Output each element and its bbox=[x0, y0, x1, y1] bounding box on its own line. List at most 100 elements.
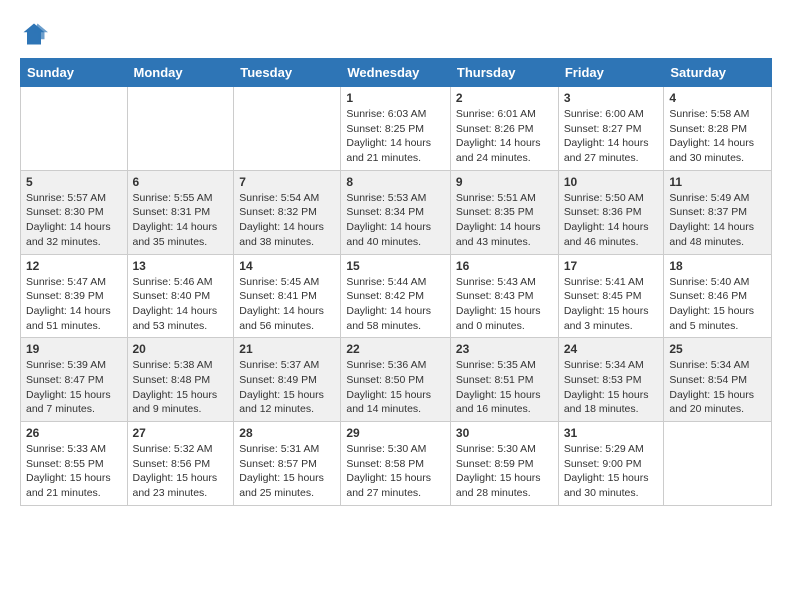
day-number: 30 bbox=[456, 426, 553, 440]
day-number: 5 bbox=[26, 175, 122, 189]
calendar-cell: 3 Sunrise: 6:00 AM Sunset: 8:27 PM Daylig… bbox=[558, 87, 664, 171]
day-info: Sunrise: 5:40 AM Sunset: 8:46 PM Dayligh… bbox=[669, 275, 766, 334]
calendar-cell: 7 Sunrise: 5:54 AM Sunset: 8:32 PM Daylig… bbox=[234, 170, 341, 254]
calendar-week-row: 19 Sunrise: 5:39 AM Sunset: 8:47 PM Dayli… bbox=[21, 338, 772, 422]
day-info: Sunrise: 5:34 AM Sunset: 8:54 PM Dayligh… bbox=[669, 358, 766, 417]
calendar-cell bbox=[127, 87, 234, 171]
day-number: 26 bbox=[26, 426, 122, 440]
day-info: Sunrise: 5:46 AM Sunset: 8:40 PM Dayligh… bbox=[133, 275, 229, 334]
day-info: Sunrise: 5:30 AM Sunset: 8:58 PM Dayligh… bbox=[346, 442, 445, 501]
calendar-cell: 30 Sunrise: 5:30 AM Sunset: 8:59 PM Dayli… bbox=[450, 422, 558, 506]
calendar-cell bbox=[664, 422, 772, 506]
calendar-cell: 5 Sunrise: 5:57 AM Sunset: 8:30 PM Daylig… bbox=[21, 170, 128, 254]
calendar-cell: 21 Sunrise: 5:37 AM Sunset: 8:49 PM Dayli… bbox=[234, 338, 341, 422]
calendar-week-row: 5 Sunrise: 5:57 AM Sunset: 8:30 PM Daylig… bbox=[21, 170, 772, 254]
day-number: 27 bbox=[133, 426, 229, 440]
day-info: Sunrise: 5:29 AM Sunset: 9:00 PM Dayligh… bbox=[564, 442, 659, 501]
day-number: 18 bbox=[669, 259, 766, 273]
calendar-cell: 2 Sunrise: 6:01 AM Sunset: 8:26 PM Daylig… bbox=[450, 87, 558, 171]
day-number: 1 bbox=[346, 91, 445, 105]
day-number: 11 bbox=[669, 175, 766, 189]
day-number: 3 bbox=[564, 91, 659, 105]
header-saturday: Saturday bbox=[664, 59, 772, 87]
day-info: Sunrise: 5:51 AM Sunset: 8:35 PM Dayligh… bbox=[456, 191, 553, 250]
page-header bbox=[20, 20, 772, 48]
calendar-cell: 18 Sunrise: 5:40 AM Sunset: 8:46 PM Dayli… bbox=[664, 254, 772, 338]
day-number: 14 bbox=[239, 259, 335, 273]
header-wednesday: Wednesday bbox=[341, 59, 451, 87]
day-number: 29 bbox=[346, 426, 445, 440]
calendar-cell: 6 Sunrise: 5:55 AM Sunset: 8:31 PM Daylig… bbox=[127, 170, 234, 254]
day-info: Sunrise: 5:37 AM Sunset: 8:49 PM Dayligh… bbox=[239, 358, 335, 417]
calendar-week-row: 26 Sunrise: 5:33 AM Sunset: 8:55 PM Dayli… bbox=[21, 422, 772, 506]
day-number: 10 bbox=[564, 175, 659, 189]
calendar-cell bbox=[21, 87, 128, 171]
calendar-cell: 13 Sunrise: 5:46 AM Sunset: 8:40 PM Dayli… bbox=[127, 254, 234, 338]
day-number: 28 bbox=[239, 426, 335, 440]
day-info: Sunrise: 5:39 AM Sunset: 8:47 PM Dayligh… bbox=[26, 358, 122, 417]
calendar-cell: 20 Sunrise: 5:38 AM Sunset: 8:48 PM Dayli… bbox=[127, 338, 234, 422]
calendar-cell: 12 Sunrise: 5:47 AM Sunset: 8:39 PM Dayli… bbox=[21, 254, 128, 338]
header-friday: Friday bbox=[558, 59, 664, 87]
day-info: Sunrise: 5:44 AM Sunset: 8:42 PM Dayligh… bbox=[346, 275, 445, 334]
day-info: Sunrise: 5:54 AM Sunset: 8:32 PM Dayligh… bbox=[239, 191, 335, 250]
day-info: Sunrise: 5:31 AM Sunset: 8:57 PM Dayligh… bbox=[239, 442, 335, 501]
day-number: 19 bbox=[26, 342, 122, 356]
day-info: Sunrise: 5:32 AM Sunset: 8:56 PM Dayligh… bbox=[133, 442, 229, 501]
day-info: Sunrise: 5:41 AM Sunset: 8:45 PM Dayligh… bbox=[564, 275, 659, 334]
day-number: 8 bbox=[346, 175, 445, 189]
day-info: Sunrise: 5:33 AM Sunset: 8:55 PM Dayligh… bbox=[26, 442, 122, 501]
calendar-cell: 27 Sunrise: 5:32 AM Sunset: 8:56 PM Dayli… bbox=[127, 422, 234, 506]
day-info: Sunrise: 5:43 AM Sunset: 8:43 PM Dayligh… bbox=[456, 275, 553, 334]
calendar-cell: 24 Sunrise: 5:34 AM Sunset: 8:53 PM Dayli… bbox=[558, 338, 664, 422]
calendar-cell: 23Sunrise: 5:35 AM Sunset: 8:51 PM Dayli… bbox=[450, 338, 558, 422]
day-info: Sunrise: 5:45 AM Sunset: 8:41 PM Dayligh… bbox=[239, 275, 335, 334]
calendar-cell: 16 Sunrise: 5:43 AM Sunset: 8:43 PM Dayli… bbox=[450, 254, 558, 338]
calendar-cell: 15 Sunrise: 5:44 AM Sunset: 8:42 PM Dayli… bbox=[341, 254, 451, 338]
calendar-cell: 4Sunrise: 5:58 AM Sunset: 8:28 PM Daylig… bbox=[664, 87, 772, 171]
day-number: 4 bbox=[669, 91, 766, 105]
day-info: Sunrise: 5:49 AM Sunset: 8:37 PM Dayligh… bbox=[669, 191, 766, 250]
day-number: 31 bbox=[564, 426, 659, 440]
day-number: 22 bbox=[346, 342, 445, 356]
calendar-cell: 1Sunrise: 6:03 AM Sunset: 8:25 PM Daylig… bbox=[341, 87, 451, 171]
header-sunday: Sunday bbox=[21, 59, 128, 87]
day-number: 24 bbox=[564, 342, 659, 356]
day-info: Sunrise: 5:34 AM Sunset: 8:53 PM Dayligh… bbox=[564, 358, 659, 417]
logo bbox=[20, 20, 52, 48]
day-info: Sunrise: 5:36 AM Sunset: 8:50 PM Dayligh… bbox=[346, 358, 445, 417]
calendar-cell: 14 Sunrise: 5:45 AM Sunset: 8:41 PM Dayli… bbox=[234, 254, 341, 338]
header-tuesday: Tuesday bbox=[234, 59, 341, 87]
day-number: 16 bbox=[456, 259, 553, 273]
calendar-cell: 17Sunrise: 5:41 AM Sunset: 8:45 PM Dayli… bbox=[558, 254, 664, 338]
day-number: 12 bbox=[26, 259, 122, 273]
calendar-table: SundayMondayTuesdayWednesdayThursdayFrid… bbox=[20, 58, 772, 506]
calendar-cell: 28 Sunrise: 5:31 AM Sunset: 8:57 PM Dayli… bbox=[234, 422, 341, 506]
day-number: 13 bbox=[133, 259, 229, 273]
calendar-header-row: SundayMondayTuesdayWednesdayThursdayFrid… bbox=[21, 59, 772, 87]
day-info: Sunrise: 6:00 AM Sunset: 8:27 PM Dayligh… bbox=[564, 107, 659, 166]
calendar-cell: 26 Sunrise: 5:33 AM Sunset: 8:55 PM Dayli… bbox=[21, 422, 128, 506]
calendar-cell: 22 Sunrise: 5:36 AM Sunset: 8:50 PM Dayli… bbox=[341, 338, 451, 422]
day-info: Sunrise: 6:01 AM Sunset: 8:26 PM Dayligh… bbox=[456, 107, 553, 166]
day-info: Sunrise: 5:30 AM Sunset: 8:59 PM Dayligh… bbox=[456, 442, 553, 501]
day-number: 7 bbox=[239, 175, 335, 189]
day-info: Sunrise: 5:38 AM Sunset: 8:48 PM Dayligh… bbox=[133, 358, 229, 417]
header-monday: Monday bbox=[127, 59, 234, 87]
calendar-cell: 25 Sunrise: 5:34 AM Sunset: 8:54 PM Dayli… bbox=[664, 338, 772, 422]
calendar-week-row: 1Sunrise: 6:03 AM Sunset: 8:25 PM Daylig… bbox=[21, 87, 772, 171]
calendar-cell: 19 Sunrise: 5:39 AM Sunset: 8:47 PM Dayli… bbox=[21, 338, 128, 422]
day-number: 2 bbox=[456, 91, 553, 105]
calendar-cell: 10Sunrise: 5:50 AM Sunset: 8:36 PM Dayli… bbox=[558, 170, 664, 254]
day-info: Sunrise: 5:47 AM Sunset: 8:39 PM Dayligh… bbox=[26, 275, 122, 334]
day-number: 20 bbox=[133, 342, 229, 356]
day-number: 25 bbox=[669, 342, 766, 356]
logo-icon bbox=[20, 20, 48, 48]
calendar-cell: 31 Sunrise: 5:29 AM Sunset: 9:00 PM Dayli… bbox=[558, 422, 664, 506]
day-info: Sunrise: 5:35 AM Sunset: 8:51 PM Dayligh… bbox=[456, 358, 553, 417]
day-number: 21 bbox=[239, 342, 335, 356]
day-number: 15 bbox=[346, 259, 445, 273]
day-info: Sunrise: 5:55 AM Sunset: 8:31 PM Dayligh… bbox=[133, 191, 229, 250]
day-info: Sunrise: 5:57 AM Sunset: 8:30 PM Dayligh… bbox=[26, 191, 122, 250]
day-number: 6 bbox=[133, 175, 229, 189]
